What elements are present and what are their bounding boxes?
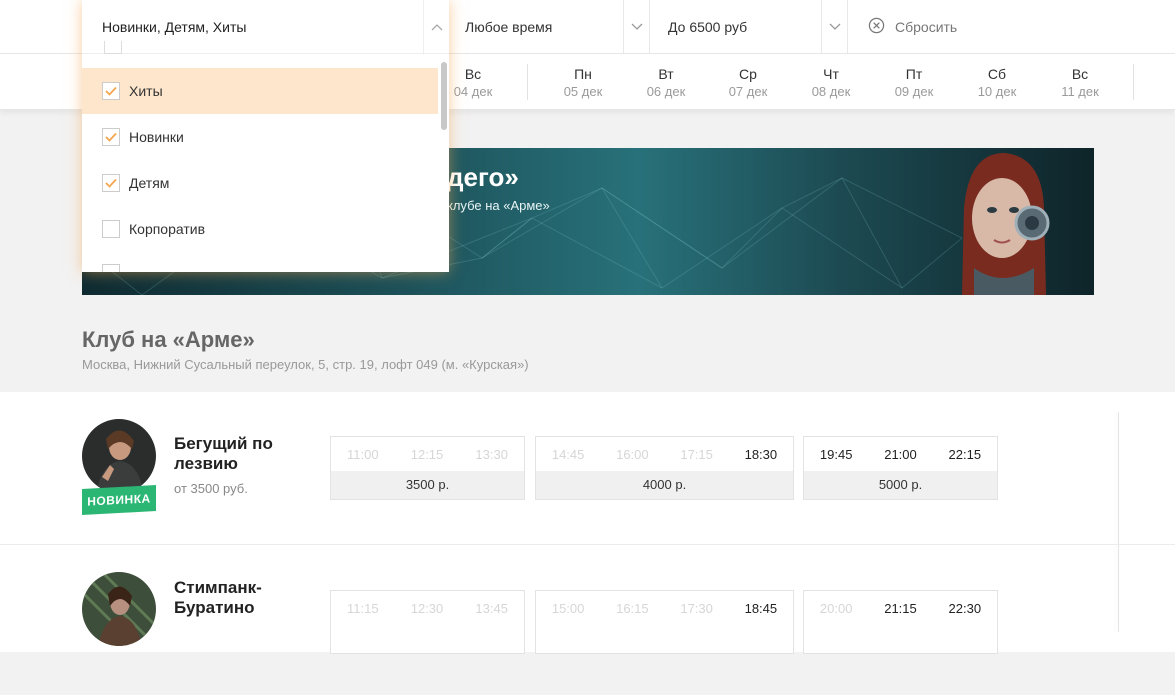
- chevron-down-icon: [623, 0, 649, 54]
- date-weekday: Вс: [1071, 66, 1089, 82]
- time-slot: 15:00: [551, 600, 585, 616]
- time-slot[interactable]: 21:00: [884, 447, 917, 462]
- date-day: 06 дек: [646, 84, 686, 99]
- date-item[interactable]: Вт 06 дек: [625, 54, 707, 110]
- event-row: НОВИНКА Бегущий по лезвию от 3500 руб. 1…: [0, 392, 1175, 542]
- option-label: Детям: [129, 175, 170, 191]
- dropdown-option-new[interactable]: Новинки: [82, 114, 438, 160]
- event-avatar[interactable]: [82, 419, 156, 493]
- date-day: 05 дек: [563, 84, 603, 99]
- banner-subtitle: клубе на «Арме»: [447, 198, 550, 213]
- dropdown-option-kids[interactable]: Детям: [82, 160, 438, 206]
- time-slot-group: 11:00 12:15 13:30 3500 р.: [330, 436, 525, 500]
- time-slot: 13:30: [475, 446, 508, 462]
- date-weekday: Пт: [905, 66, 923, 82]
- date-item[interactable]: Вс 11 дек: [1039, 54, 1121, 110]
- date-day: 10 дек: [977, 84, 1017, 99]
- option-label: Новинки: [129, 129, 184, 145]
- date-item[interactable]: Ср 07 дек: [707, 54, 789, 110]
- event-avatar[interactable]: [82, 572, 156, 646]
- checkbox-partial: [102, 264, 120, 272]
- event-price: от 3500 руб.: [174, 481, 248, 496]
- option-label: Корпоратив: [129, 221, 206, 237]
- close-circle-icon: [868, 17, 885, 37]
- category-filter-value: Новинки, Детям, Хиты: [102, 18, 247, 35]
- time-slot: 11:15: [347, 600, 379, 616]
- time-slot-group: 19:45 21:00 22:15 5000 р.: [803, 436, 998, 500]
- slot-price: 5000 р.: [804, 471, 997, 499]
- chevron-down-icon: [821, 0, 847, 54]
- date-weekday: Пн: [574, 66, 592, 82]
- time-slot: 20:00: [819, 600, 853, 616]
- events-list: НОВИНКА Бегущий по лезвию от 3500 руб. 1…: [0, 392, 1175, 654]
- time-slot-group: 15:00 16:15 17:30 18:45: [535, 590, 794, 654]
- category-filter-select[interactable]: Новинки, Детям, Хиты: [82, 0, 449, 54]
- checkbox-checked[interactable]: [102, 82, 120, 100]
- venue-address: Москва, Нижний Сусальный переулок, 5, ст…: [82, 357, 529, 372]
- date-weekday: Вт: [658, 66, 674, 82]
- time-filter-value: Любое время: [465, 19, 553, 35]
- venue-title: Клуб на «Арме»: [82, 327, 255, 352]
- checkbox-partial: [104, 41, 122, 54]
- date-weekday: Чт: [823, 66, 839, 82]
- new-badge: НОВИНКА: [82, 485, 156, 515]
- dropdown-option-hits[interactable]: Хиты: [82, 68, 438, 114]
- time-slot-group: 11:15 12:30 13:45: [330, 590, 525, 654]
- date-day: 08 дек: [811, 84, 851, 99]
- time-slot: 14:45: [551, 446, 585, 462]
- time-slot-group: 14:45 16:00 17:15 18:30 4000 р.: [535, 436, 794, 500]
- time-slot: 17:30: [680, 600, 713, 616]
- price-filter-select[interactable]: До 6500 руб: [650, 0, 848, 54]
- time-slot[interactable]: 18:30: [745, 447, 778, 462]
- date-item[interactable]: Чт 08 дек: [790, 54, 872, 110]
- time-slot: 12:15: [410, 446, 444, 462]
- date-item[interactable]: Пн 05 дек: [542, 54, 624, 110]
- date-day: 11 дек: [1061, 84, 1099, 99]
- date-weekday: Сб: [987, 66, 1007, 82]
- dropdown-scrollbar[interactable]: [441, 62, 447, 130]
- time-slot[interactable]: 22:15: [949, 447, 982, 462]
- event-title[interactable]: Бегущий по лезвию: [174, 434, 314, 474]
- time-slot-group: 20:00 21:15 22:30: [803, 590, 998, 654]
- date-day: 07 дек: [728, 84, 768, 99]
- date-divider: [527, 64, 528, 100]
- time-filter-select[interactable]: Любое время: [449, 0, 650, 54]
- time-slot[interactable]: 19:45: [820, 447, 853, 462]
- time-slot: 12:30: [410, 600, 444, 616]
- option-label: Хиты: [129, 83, 163, 99]
- time-slot[interactable]: 18:45: [745, 601, 778, 616]
- event-row: Стимпанк-Буратино 11:15 12:30 13:45 15:0…: [0, 545, 1175, 695]
- date-weekday: Ср: [739, 66, 757, 82]
- time-slot: 11:00: [347, 446, 379, 462]
- time-slot[interactable]: 21:15: [884, 601, 917, 616]
- date-day: 09 дек: [894, 84, 934, 99]
- chevron-up-icon: [423, 0, 449, 54]
- time-slot[interactable]: 22:30: [949, 601, 982, 616]
- reset-button[interactable]: Сбросить: [868, 0, 957, 54]
- date-item[interactable]: Пт 09 дек: [873, 54, 955, 110]
- reset-label: Сбросить: [895, 19, 958, 35]
- date-divider: [1133, 64, 1134, 100]
- time-slot: 13:45: [475, 600, 508, 616]
- checkbox-checked[interactable]: [102, 174, 120, 192]
- category-dropdown: Новинки, Детям, Хиты Хиты Новинки Детям …: [82, 0, 449, 272]
- slot-price: 3500 р.: [331, 471, 524, 499]
- banner-title: дего»: [447, 162, 519, 192]
- checkbox-unchecked[interactable]: [102, 220, 120, 238]
- price-filter-value: До 6500 руб: [668, 19, 748, 35]
- event-title[interactable]: Стимпанк-Буратино: [174, 578, 314, 618]
- checkbox-checked[interactable]: [102, 128, 120, 146]
- date-item[interactable]: Сб 10 дек: [956, 54, 1038, 110]
- time-slot: 16:15: [616, 600, 649, 616]
- time-slot: 17:15: [680, 446, 713, 462]
- dropdown-option-corporate[interactable]: Корпоратив: [82, 206, 438, 252]
- slot-price: 4000 р.: [536, 471, 793, 499]
- time-slot: 16:00: [616, 446, 649, 462]
- robot-woman-illustration: [962, 153, 1050, 295]
